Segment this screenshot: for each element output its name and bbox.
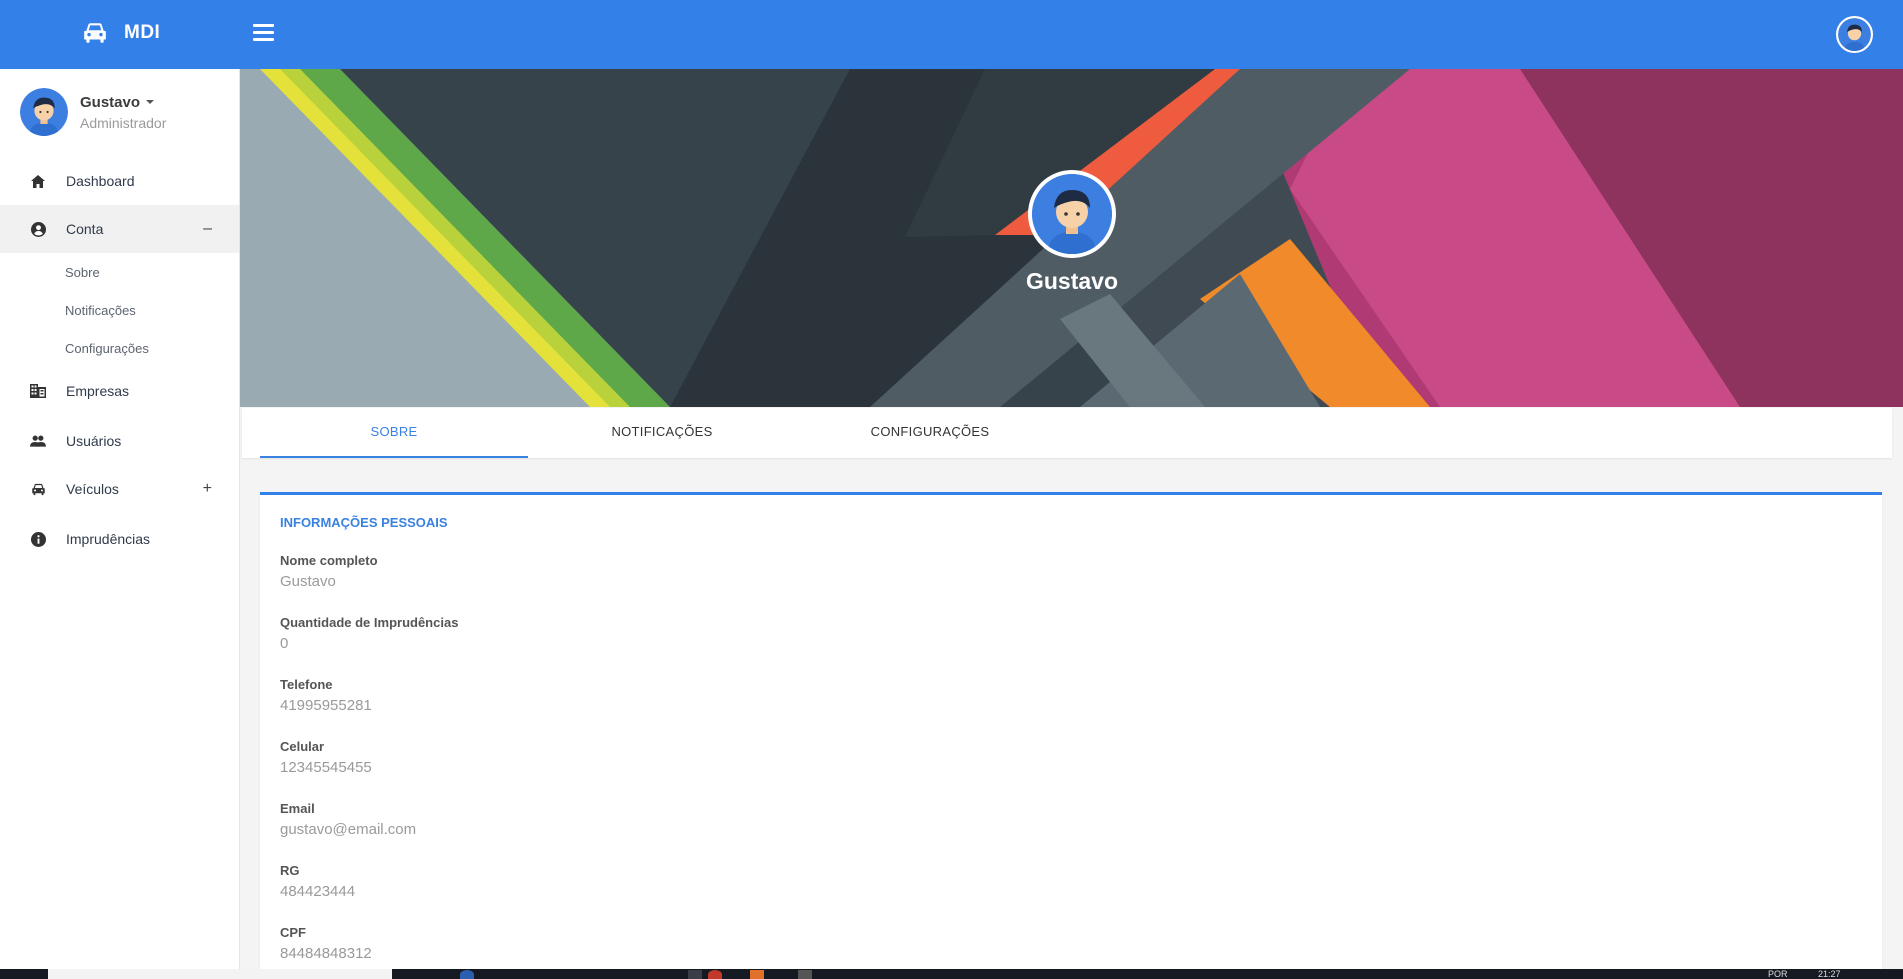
field-label: Nome completo: [280, 553, 378, 568]
sidebar-item-label: Veículos: [66, 481, 119, 497]
avatar: [20, 88, 68, 136]
field-telefone: Telefone 41995955281: [280, 677, 372, 714]
taskbar-search[interactable]: [48, 969, 392, 979]
field-value: gustavo@email.com: [280, 821, 417, 838]
taskbar-app-icon[interactable]: [688, 970, 702, 979]
sidebar-item-dashboard[interactable]: Dashboard: [0, 157, 239, 205]
tab-notificacoes[interactable]: NOTIFICAÇÕES: [528, 408, 796, 458]
car-icon: [84, 23, 106, 43]
field-celular: Celular 12345545455: [280, 739, 372, 776]
field-value: 41995955281: [280, 697, 372, 714]
field-quantidade-imprudencias: Quantidade de Imprudências 0: [280, 615, 458, 652]
field-email: Email gustavo@email.com: [280, 801, 416, 838]
profile-avatar[interactable]: [1028, 170, 1116, 258]
caret-down-icon: [146, 100, 155, 104]
info-icon: [30, 531, 46, 547]
field-value: 12345545455: [280, 759, 372, 776]
user-name: Gustavo: [80, 93, 141, 111]
taskbar-clock[interactable]: 21:27: [1818, 969, 1841, 979]
top-navbar: MDI: [0, 0, 1903, 69]
user-role: Administrador: [80, 114, 167, 131]
sidebar-item-label: Empresas: [66, 383, 130, 399]
field-value: Gustavo: [280, 573, 336, 590]
taskbar-language[interactable]: POR: [1768, 969, 1788, 979]
sidebar-subitem-sobre[interactable]: Sobre: [0, 253, 239, 291]
car-icon: [30, 481, 46, 497]
os-taskbar: POR 21:27: [0, 969, 1903, 979]
field-label: Celular: [280, 739, 325, 754]
field-cpf: CPF 84484848312: [280, 925, 372, 962]
brand-name: MDI: [124, 22, 161, 43]
sidebar-item-veiculos[interactable]: Veículos +: [0, 465, 239, 513]
card-title: INFORMAÇÕES PESSOAIS: [280, 515, 448, 530]
brand[interactable]: MDI: [82, 22, 160, 44]
menu-toggle-button[interactable]: [253, 24, 274, 42]
taskbar-app-icon[interactable]: [460, 970, 474, 979]
taskbar-app-icon[interactable]: [708, 970, 722, 979]
sidebar-item-label: Conta: [66, 221, 104, 237]
sidebar-subitem-configuracoes[interactable]: Configurações: [0, 329, 239, 367]
sidebar-item-empresas[interactable]: Empresas: [0, 367, 239, 415]
field-rg: RG 484423444: [280, 863, 355, 900]
top-user-avatar[interactable]: [1836, 16, 1873, 53]
field-nome-completo: Nome completo Gustavo: [280, 553, 378, 590]
field-label: Email: [280, 801, 315, 816]
field-value: 84484848312: [280, 945, 372, 962]
field-value: 0: [280, 635, 289, 652]
sidebar-item-imprudencias[interactable]: Imprudências: [0, 515, 239, 563]
profile-tabs: SOBRE NOTIFICAÇÕES CONFIGURAÇÕES: [242, 408, 1892, 458]
account-circle-icon: [30, 221, 46, 237]
people-icon: [30, 433, 46, 449]
field-label: Telefone: [280, 677, 333, 692]
sidebar-nav: Dashboard Conta – Sobre Notificações Con…: [0, 157, 239, 563]
sidebar-item-usuarios[interactable]: Usuários: [0, 417, 239, 465]
sidebar-item-conta[interactable]: Conta –: [0, 205, 239, 253]
field-label: Quantidade de Imprudências: [280, 615, 459, 630]
profile-banner: Gustavo: [240, 69, 1903, 407]
sidebar-item-label: Usuários: [66, 433, 122, 449]
avatar-icon: [1032, 174, 1112, 254]
sidebar-user[interactable]: Gustavo Administrador: [20, 88, 166, 136]
avatar-icon: [1838, 18, 1871, 51]
home-icon: [30, 173, 46, 189]
tab-configuracoes[interactable]: CONFIGURAÇÕES: [796, 408, 1064, 458]
sidebar-item-label: Dashboard: [66, 173, 135, 189]
taskbar-app-icon[interactable]: [798, 970, 812, 979]
taskbar-app-icon[interactable]: [750, 970, 764, 979]
profile-name: Gustavo: [1025, 268, 1119, 294]
sidebar-item-label: Imprudências: [66, 531, 151, 547]
personal-info-card: INFORMAÇÕES PESSOAIS Nome completo Gusta…: [260, 492, 1882, 979]
field-label: CPF: [280, 925, 306, 940]
collapse-icon: –: [203, 220, 212, 237]
sidebar-subitem-notificacoes[interactable]: Notificações: [0, 291, 239, 329]
tab-sobre[interactable]: SOBRE: [260, 408, 528, 458]
building-icon: [30, 383, 46, 399]
sidebar: Gustavo Administrador Dashboard Conta – …: [0, 69, 240, 969]
field-value: 484423444: [280, 883, 356, 900]
field-label: RG: [280, 863, 300, 878]
expand-icon: +: [202, 480, 212, 497]
hamburger-icon: [253, 24, 274, 27]
avatar-icon: [20, 88, 68, 136]
